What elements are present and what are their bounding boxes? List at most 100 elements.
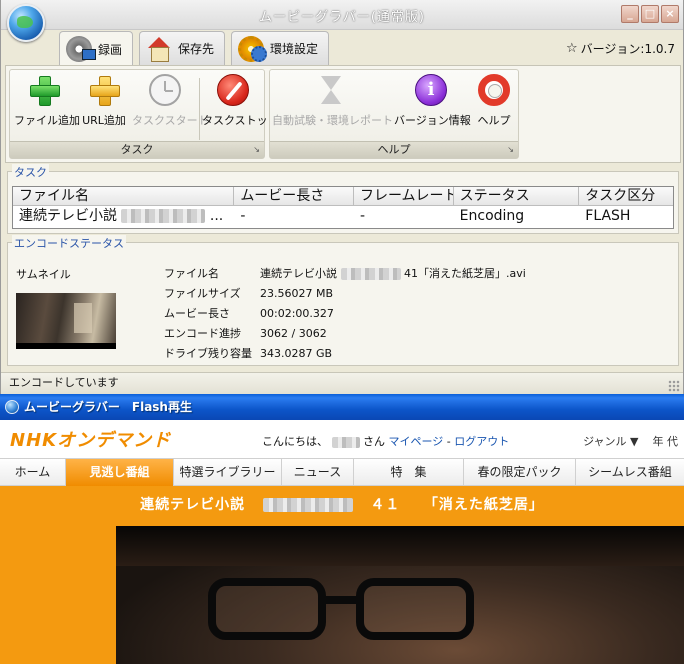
task-stop-button[interactable]: タスクストップ (202, 74, 279, 130)
field-value: 連続テレビ小説 41「消えた紙芝居」.avi (260, 265, 526, 281)
task-stop-label: タスクストップ (202, 114, 279, 127)
genre-dropdown[interactable]: ジャンル ▼ (583, 435, 638, 448)
task-table: ファイル名 ムービー長さ フレームレート ステータス タスク区分 連続テレビ小説… (12, 186, 674, 229)
nhk-header: NHKオンデマンド こんにちは、 さん マイページ - ログアウト ジャンル ▼… (0, 420, 684, 458)
nav-missed-programs[interactable]: 見逃し番組 (66, 459, 174, 486)
thumbnail-label: サムネイル (16, 268, 71, 281)
global-nav: ホーム 見逃し番組 特選ライブラリー ニュース 特 集 春の限定パック シームレ… (0, 458, 684, 486)
video-player-area: 連続テレビ小説 ４１ 「消えた紙芝居」 (0, 486, 684, 664)
version-info-label: バージョン情報 (394, 114, 471, 127)
auto-test-label: 自動試験・環境レポート (272, 114, 393, 127)
greeting-suffix: さん (363, 435, 385, 448)
dialog-launcher-icon[interactable]: ↘ (507, 142, 514, 158)
nhk-ondemand-logo[interactable]: NHKオンデマンド (10, 426, 171, 452)
film-reel-icon (66, 36, 96, 62)
filename-ellipsis: ... (209, 208, 224, 224)
year-menu[interactable]: 年 代 (653, 435, 679, 448)
table-row[interactable]: 連続テレビ小説 ... - - Encoding FLASH (13, 206, 673, 228)
greeting: こんにちは、 さん マイページ - ログアウト (262, 433, 509, 449)
cell-filename: 連続テレビ小説 ... (13, 206, 234, 228)
column-header-filename[interactable]: ファイル名 (13, 187, 235, 205)
link-separator: - (446, 435, 451, 448)
globe-icon (5, 400, 19, 414)
redacted-username (331, 436, 360, 448)
mypage-link[interactable]: マイページ (389, 435, 444, 448)
lifebuoy-icon (478, 74, 510, 106)
dialog-launcher-icon[interactable]: ↘ (253, 142, 260, 158)
column-header-length[interactable]: ムービー長さ (234, 187, 354, 205)
task-section: タスク ファイル名 ムービー長さ フレームレート ステータス タスク区分 連続テ… (7, 164, 679, 234)
cell-length: - (240, 208, 246, 224)
resize-grip-icon[interactable] (668, 380, 680, 392)
close-button[interactable]: × (661, 5, 679, 23)
task-start-button[interactable]: タスクスタート (132, 74, 209, 130)
field-value: 23.56027 MB (260, 286, 334, 300)
field-filesize: ファイルサイズ 23.56027 MB (164, 283, 526, 303)
minimize-button[interactable]: _ (621, 5, 639, 23)
nav-seamless[interactable]: シームレス番組 (576, 459, 684, 486)
filename-suffix: 41「消えた紙芝居」.avi (404, 267, 526, 280)
field-value: 00:02:00.327 (260, 306, 334, 320)
video-content (116, 526, 684, 566)
nav-news[interactable]: ニュース (282, 459, 354, 486)
episode-name: 「消えた紙芝居」 (423, 497, 544, 513)
video-frame[interactable] (116, 526, 684, 664)
tab-label: 録画 (98, 42, 123, 57)
add-url-button[interactable]: URL追加 (78, 74, 130, 130)
tab-label: 環境設定 (270, 42, 319, 56)
tab-label: 保存先 (178, 42, 215, 56)
stop-icon (217, 74, 249, 106)
column-header-framerate[interactable]: フレームレート (354, 187, 454, 205)
thumbnail-image (16, 293, 116, 349)
field-key: ファイルサイズ (164, 287, 241, 300)
episode-series: 連続テレビ小説 (140, 497, 246, 513)
help-label: ヘルプ (477, 114, 511, 127)
title-bar[interactable]: ムービーグラバー(通常版) _ □ × (1, 0, 683, 30)
movie-grabber-window: ムービーグラバー(通常版) _ □ × 録画 保存先 環境設定 ☆ バージョン:… (0, 0, 684, 394)
ribbon-group-label: ヘルプ (377, 143, 411, 156)
cell-task-type: FLASH (585, 208, 631, 224)
nav-spring-pack[interactable]: 春の限定パック (464, 459, 576, 486)
green-plus-icon (28, 74, 60, 106)
tab-save-location[interactable]: 保存先 (139, 31, 226, 65)
nav-library[interactable]: 特選ライブラリー (174, 459, 282, 486)
maximize-button[interactable]: □ (641, 5, 659, 23)
flash-player-window: ムービーグラバー Flash再生 NHKオンデマンド こんにちは、 さん マイペ… (0, 394, 684, 664)
field-value: 3062 / 3062 (260, 326, 327, 340)
column-header-status[interactable]: ステータス (454, 187, 580, 205)
app-globe-icon[interactable] (7, 4, 45, 42)
status-bar: エンコードしています (1, 372, 683, 394)
nav-special[interactable]: 特 集 (354, 459, 464, 486)
flash-window-title: ムービーグラバー Flash再生 (24, 400, 192, 414)
flash-title-bar[interactable]: ムービーグラバー Flash再生 (0, 394, 684, 420)
add-file-button[interactable]: ファイル追加 (14, 74, 80, 130)
logout-link[interactable]: ログアウト (454, 435, 509, 448)
star-icon: ☆ (566, 41, 578, 56)
clock-icon (149, 74, 181, 106)
column-header-task-type[interactable]: タスク区分 (579, 187, 673, 205)
ribbon-separator (199, 78, 200, 140)
ribbon: ファイル追加 URL追加 タスクスタート タスクストップ タスク ↘ 自動試験・… (5, 65, 681, 163)
version-label: ☆ バージョン:1.0.7 (566, 40, 675, 57)
ribbon-group-label: タスク (120, 143, 154, 156)
field-value: 343.0287 GB (260, 346, 333, 360)
encode-status-section: エンコードステータス サムネイル ファイル名 連続テレビ小説 41「消えた紙芝居… (7, 235, 679, 366)
version-info-button[interactable]: i バージョン情報 (394, 74, 471, 130)
ribbon-group-task-footer: タスク ↘ (10, 141, 264, 158)
auto-test-report-button[interactable]: 自動試験・環境レポート (272, 74, 393, 130)
yellow-plus-icon (88, 74, 120, 106)
version-text: バージョン:1.0.7 (580, 42, 675, 56)
tab-record[interactable]: 録画 (59, 31, 134, 66)
ribbon-group-help-footer: ヘルプ ↘ (270, 141, 518, 158)
task-table-header: ファイル名 ムービー長さ フレームレート ステータス タスク区分 (13, 187, 673, 206)
filename-text: 連続テレビ小説 (19, 208, 117, 224)
hourglass-icon (319, 74, 343, 106)
redacted-text (121, 209, 206, 223)
status-text: エンコードしています (9, 376, 119, 389)
help-button[interactable]: ヘルプ (474, 74, 514, 130)
field-filename: ファイル名 連続テレビ小説 41「消えた紙芝居」.avi (164, 263, 526, 283)
tab-settings[interactable]: 環境設定 (231, 31, 330, 65)
house-icon (146, 36, 172, 62)
nav-home[interactable]: ホーム (0, 459, 66, 486)
cell-status: Encoding (459, 208, 525, 224)
